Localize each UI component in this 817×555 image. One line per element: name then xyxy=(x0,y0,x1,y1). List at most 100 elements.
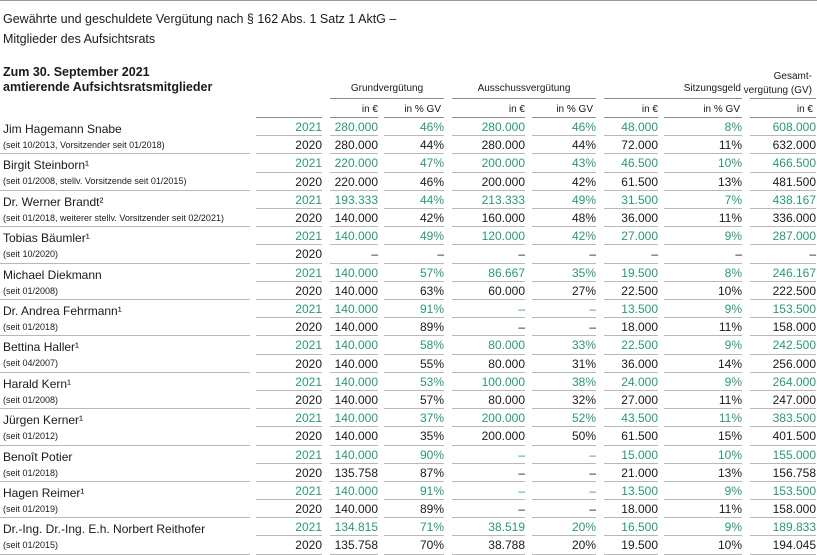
cell-total: 466.500 xyxy=(772,156,816,171)
cell-grund-pct: 46% xyxy=(419,174,444,189)
cell-total: 153.500 xyxy=(772,301,816,316)
cell-auss: 60.000 xyxy=(488,283,525,298)
cell-auss: – xyxy=(518,320,525,335)
title-line-1: Gewährte und geschuldete Vergütung nach … xyxy=(3,12,397,26)
cell-year: 2020 xyxy=(295,247,322,262)
cell-auss-pct: – xyxy=(589,301,596,316)
cell-total: 247.000 xyxy=(772,392,816,407)
cell-sitz: – xyxy=(651,247,658,262)
cell-grund: 134.815 xyxy=(334,520,378,535)
cell-grund-pct: 37% xyxy=(419,411,444,426)
member-row: Bettina Haller¹ (seit 04/2007) 2021 140.000… xyxy=(0,336,817,373)
cell-year: 2020 xyxy=(295,502,322,517)
cell-auss-pct: 20% xyxy=(571,520,596,535)
year-line-2021: 2021 193.333 44% 213.333 49% 31.500 7% 438.167 xyxy=(0,191,817,209)
cell-auss-pct: 46% xyxy=(571,120,596,134)
cell-auss-pct: – xyxy=(589,447,596,462)
cell-grund: 140.000 xyxy=(334,392,378,407)
title-line-2: Mitglieder des Aufsichtsrats xyxy=(3,32,156,46)
cell-total: 264.000 xyxy=(772,374,816,389)
cell-grund: 140.000 xyxy=(334,429,378,444)
group-rule-sitzung xyxy=(604,98,742,99)
cell-grund-pct: 47% xyxy=(419,156,444,171)
cell-auss: – xyxy=(518,301,525,316)
cell-year: 2020 xyxy=(295,174,322,189)
cell-sitz: 36.000 xyxy=(621,210,658,225)
cell-auss-pct: 44% xyxy=(571,138,596,153)
unit-grund-eur: in € xyxy=(361,104,378,115)
cell-auss-pct: 50% xyxy=(571,429,596,444)
cell-grund: 140.000 xyxy=(334,210,378,225)
year-line-2021: 2021 140.000 37% 200.000 52% 43.500 11% 383.500 xyxy=(0,409,817,428)
cell-auss: 213.333 xyxy=(481,192,525,207)
cell-year: 2021 xyxy=(295,520,322,535)
cell-grund: 140.000 xyxy=(334,301,378,316)
cell-sitz: 48.000 xyxy=(621,120,658,134)
cell-grund: 140.000 xyxy=(334,447,378,462)
member-row: Jürgen Kerner¹ (seit 01/2012) 2021 140.000 3… xyxy=(0,409,817,446)
cell-sitz-pct: 11% xyxy=(718,320,742,335)
cell-year: 2020 xyxy=(295,429,322,444)
cell-year: 2021 xyxy=(295,265,322,280)
cell-total: 155.000 xyxy=(772,447,816,462)
cell-auss: – xyxy=(518,502,525,517)
cell-auss-pct: 27% xyxy=(571,283,596,298)
cell-auss: 100.000 xyxy=(481,374,525,389)
year-line-2021: 2021 140.000 91% – – 13.500 9% 153.500 xyxy=(0,300,817,319)
year-line-2021: 2021 140.000 53% 100.000 38% 24.000 9% 264.000 xyxy=(0,373,817,391)
cell-auss: 280.000 xyxy=(481,120,525,134)
cell-auss-pct: 52% xyxy=(571,411,596,426)
cell-total: 158.000 xyxy=(772,502,816,517)
unit-grund-pct: in % GV xyxy=(404,104,441,115)
year-line-2021: 2021 140.000 90% – – 15.000 10% 155.000 xyxy=(0,446,817,464)
cell-total: 242.500 xyxy=(772,338,816,353)
cell-year: 2020 xyxy=(295,356,322,371)
cell-year: 2021 xyxy=(295,156,322,171)
cell-sitz-pct: 9% xyxy=(724,338,742,353)
cell-year: 2021 xyxy=(295,192,322,207)
cell-auss: – xyxy=(518,465,525,480)
compensation-table: Jim Hagemann Snabe (seit 10/2013, Vorsitz… xyxy=(0,118,817,555)
cell-grund-pct: 70% xyxy=(419,538,444,553)
cell-grund: 140.000 xyxy=(334,338,378,353)
document-title: Gewährte und geschuldete Vergütung nach … xyxy=(3,9,396,49)
cell-sitz-pct: 9% xyxy=(724,301,742,316)
cell-grund-pct: 42% xyxy=(419,210,444,225)
unit-sitz-eur: in € xyxy=(641,104,658,115)
header-total-line-1: Gesamt- xyxy=(773,71,812,82)
year-line-2020: 2020 140.000 63% 60.000 27% 22.500 10% 222.500 xyxy=(0,282,817,300)
cell-grund: 140.000 xyxy=(334,374,378,389)
cell-year: 2020 xyxy=(295,392,322,407)
member-row: Hagen Reimer¹ (seit 01/2019) 2021 140.000 91… xyxy=(0,482,817,519)
year-line-2021: 2021 280.000 46% 280.000 46% 48.000 8% 608.000 xyxy=(0,118,817,137)
cell-auss: 80.000 xyxy=(488,338,525,353)
cell-grund-pct: 46% xyxy=(419,120,444,134)
cell-auss-pct: – xyxy=(589,483,596,498)
cell-year: 2021 xyxy=(295,447,322,462)
cell-sitz: 18.000 xyxy=(621,320,658,335)
cell-sitz: 18.000 xyxy=(621,502,658,517)
member-row: Dr. Andrea Fehrmann¹ (seit 01/2018) 2021 14… xyxy=(0,300,817,337)
cell-sitz: 36.000 xyxy=(621,356,658,371)
cell-grund-pct: 44% xyxy=(419,192,444,207)
cell-grund: 140.000 xyxy=(334,265,378,280)
cell-auss: 200.000 xyxy=(481,156,525,171)
cell-auss: 80.000 xyxy=(488,392,525,407)
header-total-line-2: vergütung (GV) xyxy=(743,85,812,96)
cell-sitz-pct: – xyxy=(735,247,742,262)
cell-auss: 80.000 xyxy=(488,356,525,371)
cell-auss-pct: 43% xyxy=(571,156,596,171)
cell-grund-pct: 53% xyxy=(419,374,444,389)
year-line-2021: 2021 220.000 47% 200.000 43% 46.500 10% 466.500 xyxy=(0,154,817,173)
cell-grund-pct: 91% xyxy=(419,483,444,498)
cell-sitz: 13.500 xyxy=(621,483,658,498)
cell-grund: 140.000 xyxy=(334,356,378,371)
cell-grund-pct: 89% xyxy=(419,502,444,517)
cell-auss-pct: 42% xyxy=(571,174,596,189)
cell-year: 2021 xyxy=(295,120,322,134)
cell-grund: – xyxy=(371,247,378,262)
year-line-2020: 2020 135.758 87% – – 21.000 13% 156.758 xyxy=(0,464,817,482)
cell-sitz: 15.000 xyxy=(621,447,658,462)
cell-year: 2021 xyxy=(295,411,322,426)
member-row: Harald Kern¹ (seit 01/2008) 2021 140.000 53%… xyxy=(0,373,817,410)
